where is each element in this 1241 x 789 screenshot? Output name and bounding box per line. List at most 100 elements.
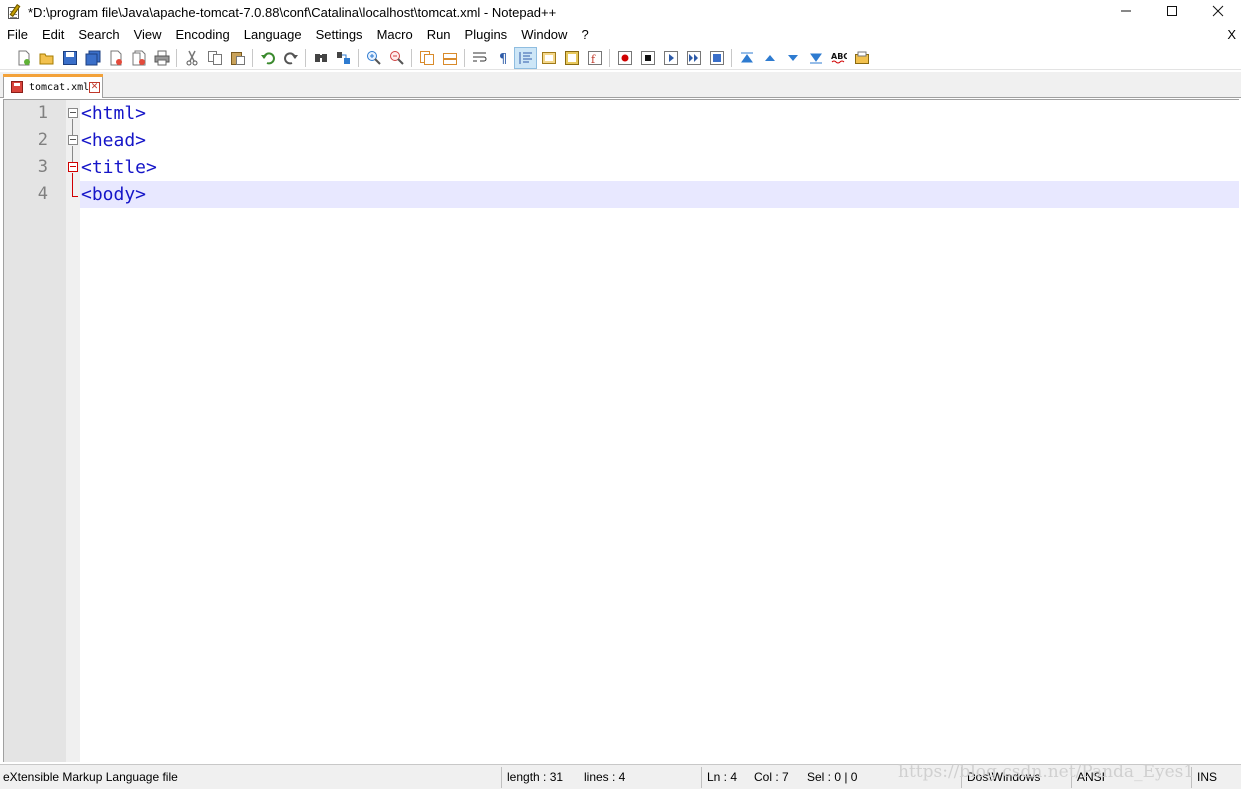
menu-language[interactable]: Language: [237, 25, 309, 45]
fold-toggle-icon[interactable]: [68, 135, 78, 145]
user-lang-icon: [541, 51, 556, 64]
editor-line[interactable]: 2 <head>: [4, 127, 1239, 154]
print-button[interactable]: [150, 47, 173, 69]
toolbar: ¶ f ABC: [0, 46, 1241, 70]
word-wrap-button[interactable]: [468, 47, 491, 69]
editor-line-current[interactable]: 4 <body>: [4, 181, 1239, 208]
menu-bar: File Edit Search View Encoding Language …: [0, 25, 1241, 45]
close-button[interactable]: [104, 47, 127, 69]
doc-map-button[interactable]: [560, 47, 583, 69]
menu-macro[interactable]: Macro: [370, 25, 420, 45]
maximize-icon: [1167, 6, 1177, 16]
sync-horizontal-button[interactable]: [438, 47, 461, 69]
status-sel: Sel : 0 | 0: [807, 770, 858, 784]
copy-button[interactable]: [203, 47, 226, 69]
fold-toggle-icon[interactable]: [68, 108, 78, 118]
toolbar-separator: [358, 48, 359, 67]
move-up-button[interactable]: [758, 47, 781, 69]
svg-text:¶: ¶: [499, 52, 507, 66]
function-list-button[interactable]: f: [583, 47, 606, 69]
close-document-button[interactable]: X: [1227, 25, 1236, 45]
minimize-button[interactable]: [1103, 0, 1149, 22]
indent-guide-button[interactable]: [514, 46, 537, 69]
move-last-icon: [809, 53, 822, 63]
menu-run[interactable]: Run: [420, 25, 458, 45]
spell-check-button[interactable]: ABC: [827, 47, 850, 69]
svg-text:ABC: ABC: [831, 52, 847, 61]
clipboard-history-button[interactable]: [850, 47, 873, 69]
zoom-out-button[interactable]: [385, 47, 408, 69]
macro-run-multiple-button[interactable]: [682, 47, 705, 69]
editor[interactable]: 1 <html> 2 <head> 3 <title> 4 <body>: [3, 99, 1239, 762]
macro-record-icon: [617, 50, 632, 65]
code-line-text: <title>: [81, 157, 157, 178]
redo-button[interactable]: [279, 47, 302, 69]
status-divider: [501, 767, 502, 788]
menu-edit[interactable]: Edit: [35, 25, 71, 45]
close-icon: [110, 50, 122, 65]
menu-view[interactable]: View: [127, 25, 169, 45]
status-divider: [1071, 767, 1072, 788]
status-encoding[interactable]: ANSI: [1074, 765, 1105, 789]
minimize-icon: [1121, 10, 1131, 12]
menu-search[interactable]: Search: [71, 25, 126, 45]
close-all-button[interactable]: [127, 47, 150, 69]
status-length: length : 31: [507, 770, 564, 784]
open-file-button[interactable]: [35, 47, 58, 69]
move-last-button[interactable]: [804, 47, 827, 69]
sync-horizontal-icon: [442, 52, 457, 65]
tab-close-button[interactable]: ✕: [89, 82, 100, 93]
save-icon: [62, 50, 77, 65]
maximize-button[interactable]: [1149, 0, 1195, 22]
toolbar-separator: [609, 48, 610, 67]
find-button[interactable]: [309, 47, 332, 69]
macro-save-icon: [709, 50, 724, 65]
zoom-in-button[interactable]: [362, 47, 385, 69]
save-button[interactable]: [58, 47, 81, 69]
macro-stop-button[interactable]: [636, 47, 659, 69]
macro-record-button[interactable]: [613, 47, 636, 69]
macro-save-button[interactable]: [705, 47, 728, 69]
title-bar: *D:\program file\Java\apache-tomcat-7.0.…: [0, 0, 1241, 24]
show-all-chars-button[interactable]: ¶: [491, 47, 514, 69]
status-divider: [961, 767, 962, 788]
menu-help[interactable]: ?: [574, 25, 595, 45]
fold-toggle-icon[interactable]: [68, 162, 78, 172]
status-insert-mode[interactable]: INS: [1194, 765, 1217, 789]
toolbar-separator: [252, 48, 253, 67]
status-file-type: eXtensible Markup Language file: [3, 770, 178, 784]
editor-line[interactable]: 1 <html>: [4, 100, 1239, 127]
macro-run-multiple-icon: [686, 50, 701, 65]
window-title: *D:\program file\Java\apache-tomcat-7.0.…: [28, 4, 557, 20]
close-window-button[interactable]: [1195, 0, 1241, 22]
status-lines: lines : 4: [584, 770, 626, 784]
menu-settings[interactable]: Settings: [309, 25, 370, 45]
save-all-button[interactable]: [81, 47, 104, 69]
move-down-button[interactable]: [781, 47, 804, 69]
close-icon: [1212, 5, 1224, 17]
editor-line[interactable]: 3 <title>: [4, 154, 1239, 181]
new-file-icon: [18, 50, 30, 65]
open-file-icon: [39, 53, 53, 64]
macro-play-button[interactable]: [659, 47, 682, 69]
menu-file[interactable]: File: [0, 25, 35, 45]
undo-button[interactable]: [256, 47, 279, 69]
show-all-chars-icon: ¶: [499, 52, 507, 66]
paste-button[interactable]: [226, 47, 249, 69]
tab-tomcat-xml[interactable]: tomcat.xml ✕: [3, 74, 103, 98]
status-divider: [701, 767, 702, 788]
menu-window[interactable]: Window: [514, 25, 574, 45]
menu-plugins[interactable]: Plugins: [458, 25, 515, 45]
sync-vertical-button[interactable]: [415, 47, 438, 69]
menu-encoding[interactable]: Encoding: [169, 25, 237, 45]
line-number: 4: [37, 184, 48, 204]
move-first-icon: [740, 52, 753, 62]
tab-label: tomcat.xml: [29, 81, 90, 93]
spell-check-icon: ABC: [831, 52, 847, 63]
cut-button[interactable]: [180, 47, 203, 69]
move-first-button[interactable]: [735, 47, 758, 69]
new-file-button[interactable]: [12, 47, 35, 69]
user-lang-button[interactable]: [537, 47, 560, 69]
status-eol[interactable]: Dos\Windows: [964, 765, 1040, 789]
replace-button[interactable]: [332, 47, 355, 69]
